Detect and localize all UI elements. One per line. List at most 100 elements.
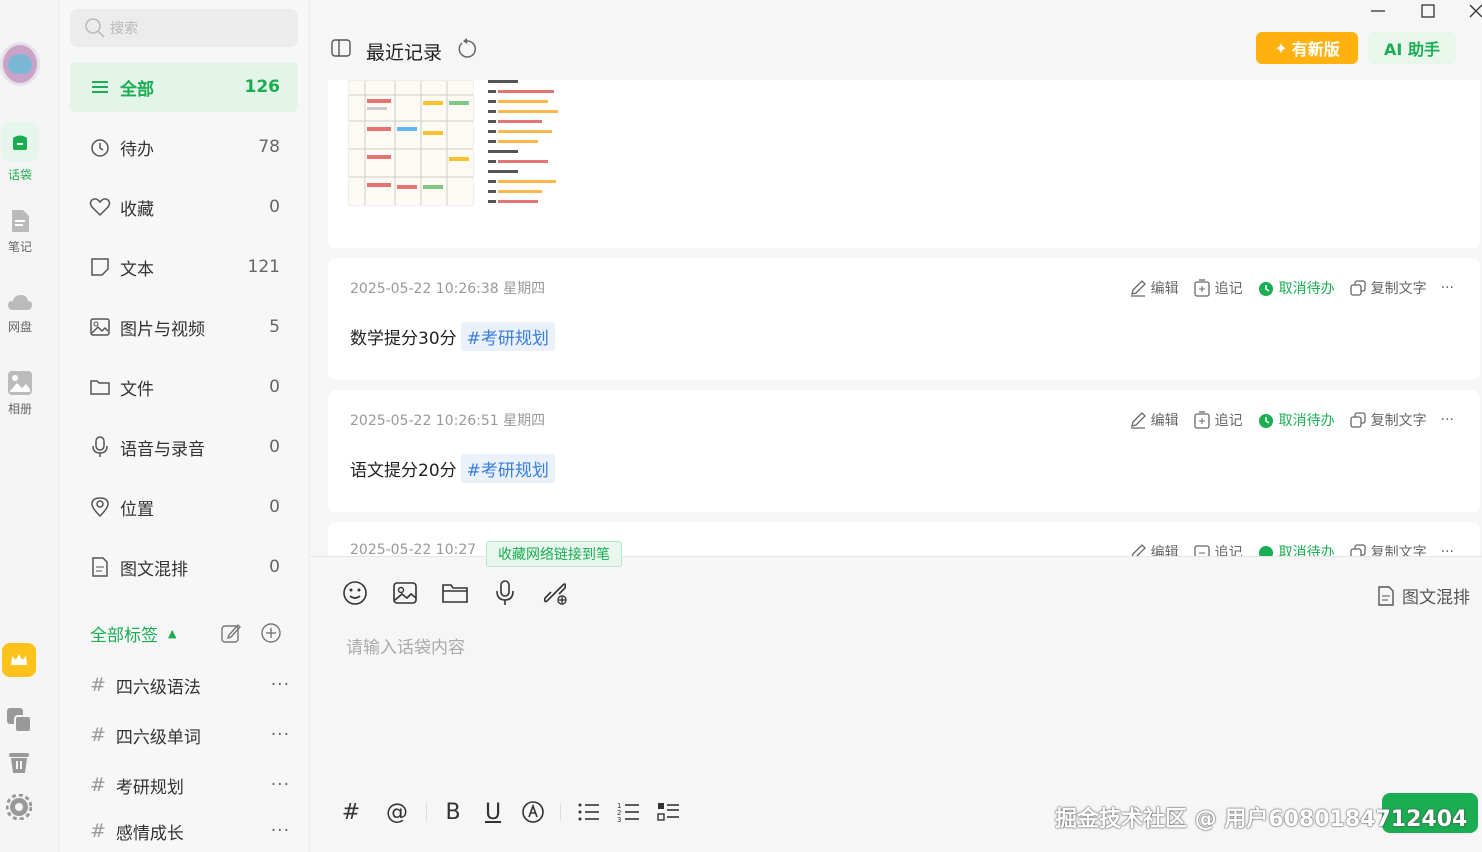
toggle-sidebar-button[interactable] — [330, 38, 352, 62]
category-audio[interactable]: 语音与录音 0 — [70, 422, 298, 472]
maximize-button[interactable] — [1420, 2, 1436, 24]
location-pin-icon — [88, 496, 112, 518]
mention-button[interactable]: @ — [384, 797, 410, 827]
category-todo[interactable]: 待办 78 — [70, 122, 298, 172]
refresh-button[interactable] — [456, 38, 478, 64]
numbered-list-button[interactable]: 123 — [616, 797, 642, 827]
highlight-button[interactable] — [520, 797, 546, 827]
edit-icon — [221, 623, 241, 643]
category-all[interactable]: 全部 126 — [70, 62, 298, 112]
close-button[interactable] — [1468, 2, 1482, 24]
tag-item[interactable]: # 四六级语法 ··· — [90, 670, 290, 700]
checklist-button[interactable] — [656, 797, 682, 827]
more-button[interactable]: ··· — [1441, 412, 1454, 428]
tag-more-button[interactable]: ··· — [271, 821, 290, 841]
edit-button[interactable]: 编辑 — [1129, 410, 1179, 430]
category-count: 5 — [269, 317, 280, 337]
edit-label: 编辑 — [1150, 281, 1179, 297]
category-text[interactable]: 文本 121 — [70, 242, 298, 292]
copy-text-button[interactable]: 复制文字 — [1349, 278, 1427, 298]
tag-more-button[interactable]: ··· — [271, 775, 290, 795]
rail-item-notes[interactable]: 笔记 — [0, 208, 40, 255]
category-location[interactable]: 位置 0 — [70, 482, 298, 532]
more-button[interactable]: ··· — [1441, 544, 1454, 556]
copy-text-button[interactable]: 复制文字 — [1349, 410, 1427, 430]
record-text: 语文提分20分 — [350, 461, 457, 481]
search-input[interactable]: 搜索 — [70, 9, 298, 47]
record-tag[interactable]: #考研规划 — [460, 322, 555, 351]
tag-label: 考研规划 — [115, 777, 184, 798]
record-card[interactable]: 2025-05-22 10:26:51 星期四 编辑 追记 取消待办 复制文字 … — [328, 390, 1480, 512]
checklist-icon — [657, 803, 679, 821]
cancel-todo-button[interactable]: 取消待办 — [1257, 278, 1335, 298]
rail-item-cloud[interactable]: 网盘 — [0, 292, 40, 335]
category-favorite[interactable]: 收藏 0 — [70, 182, 298, 232]
edit-button[interactable]: 编辑 — [1129, 278, 1179, 298]
image-thumbnail[interactable] — [348, 80, 474, 206]
category-count: 0 — [269, 437, 280, 457]
category-label: 收藏 — [120, 199, 154, 220]
append-button[interactable]: 追记 — [1193, 278, 1243, 298]
record-audio-button[interactable] — [491, 579, 519, 607]
ai-assistant-button[interactable]: AI 助手 — [1368, 32, 1456, 64]
tag-more-button[interactable]: ··· — [271, 675, 290, 695]
category-count: 0 — [269, 557, 280, 577]
rail-item-album[interactable]: 相册 — [0, 370, 40, 417]
sidebar-toggle-icon — [331, 39, 351, 57]
mixed-doc-icon — [1378, 585, 1394, 606]
category-file[interactable]: 文件 0 — [70, 362, 298, 412]
record-content: 数学提分30分 #考研规划 — [350, 322, 555, 351]
copy-window-button[interactable] — [5, 706, 33, 738]
highlight-icon — [522, 801, 544, 823]
category-media[interactable]: 图片与视频 5 — [70, 302, 298, 352]
settings-button[interactable] — [5, 793, 33, 824]
save-link-button[interactable] — [541, 579, 569, 607]
tag-item[interactable]: # 考研规划 ··· — [90, 770, 290, 800]
alarm-clock-icon — [1258, 414, 1273, 428]
record-card[interactable]: 2025-05-22 10:26:38 星期四 编辑 追记 取消待办 复制文字 … — [328, 258, 1480, 380]
image-thumbnail[interactable] — [484, 80, 610, 206]
record-text: 数学提分30分 — [350, 329, 457, 349]
tag-more-button[interactable]: ··· — [271, 725, 290, 745]
copy-text-button[interactable]: 复制文字 — [1349, 542, 1427, 556]
vip-crown-button[interactable] — [2, 643, 36, 677]
numbered-list-icon: 123 — [617, 802, 639, 823]
edit-button[interactable]: 编辑 — [1129, 542, 1179, 556]
sparkle-icon: ✦ — [1274, 38, 1288, 58]
hash-icon: # — [90, 774, 106, 796]
insert-image-button[interactable] — [391, 579, 419, 607]
bullet-list-button[interactable] — [576, 797, 602, 827]
edit-tags-button[interactable] — [220, 622, 242, 648]
category-label: 图文混排 — [120, 559, 188, 580]
watermark-text: 掘金技术社区 @ 用户6080184712404 — [1055, 807, 1468, 832]
rail-item-huadai[interactable]: 话袋 — [0, 122, 40, 183]
composer: 收藏网络链接到笔 图文混排 请输入话袋内容 # @ B U 1 2 3 掘金技术… — [310, 541, 1482, 852]
tag-item[interactable]: # 感情成长 ··· — [90, 818, 290, 844]
composer-input[interactable]: 请输入话袋内容 — [346, 633, 465, 658]
tag-label: 感情成长 — [115, 823, 184, 844]
record-tag[interactable]: #考研规划 — [460, 454, 555, 483]
bold-button[interactable]: B — [442, 797, 464, 827]
insert-file-button[interactable] — [441, 579, 469, 607]
main-panel: 最近记录 ✦ 有新版 AI 助手 展开 — [310, 0, 1482, 852]
mixed-mode-button[interactable]: 图文混排 — [1376, 583, 1470, 608]
append-button[interactable]: 追记 — [1193, 410, 1243, 430]
underline-button[interactable]: U — [482, 797, 504, 827]
avatar[interactable] — [0, 42, 40, 86]
more-button[interactable]: ··· — [1441, 280, 1454, 296]
emoji-button[interactable] — [341, 579, 369, 607]
hash-icon: # — [90, 724, 106, 746]
category-mixed[interactable]: 图文混排 0 — [70, 542, 298, 592]
new-version-button[interactable]: ✦ 有新版 — [1256, 32, 1358, 64]
minimize-button[interactable] — [1370, 0, 1386, 26]
category-count: 121 — [247, 257, 280, 277]
gear-icon — [5, 793, 33, 821]
add-tag-button[interactable] — [260, 622, 282, 648]
record-card[interactable]: 展开 — [328, 80, 1480, 248]
append-button[interactable]: 追记 — [1193, 542, 1243, 556]
trash-button[interactable] — [6, 749, 32, 779]
cancel-todo-button[interactable]: 取消待办 — [1257, 410, 1335, 430]
insert-tag-button[interactable]: # — [340, 797, 362, 827]
cancel-todo-button[interactable]: 取消待办 — [1257, 542, 1335, 556]
tag-item[interactable]: # 四六级单词 ··· — [90, 720, 290, 750]
